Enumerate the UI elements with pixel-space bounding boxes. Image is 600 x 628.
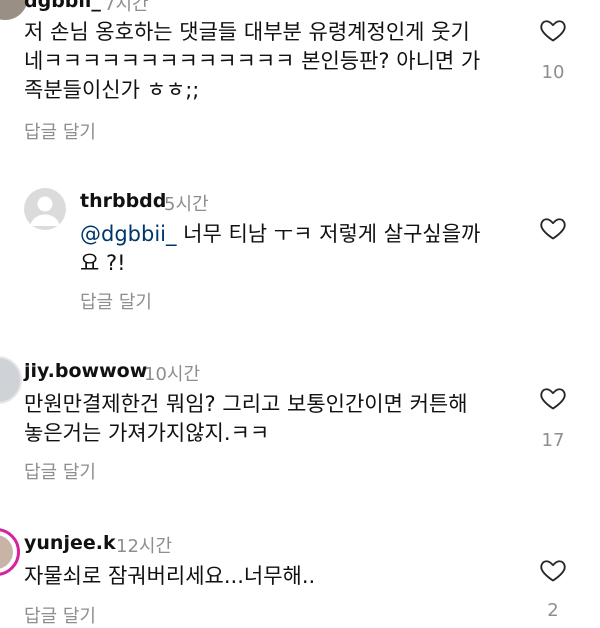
reply-button[interactable]: 답글 달기 xyxy=(24,602,96,628)
comment-username[interactable]: thrbbdd xyxy=(80,190,166,212)
default-avatar-icon xyxy=(30,196,60,226)
comment-username[interactable]: dgbbii_ xyxy=(24,0,101,12)
heart-icon[interactable] xyxy=(538,556,568,584)
comment-time: 12시간 xyxy=(116,536,173,557)
reply-button[interactable]: 답글 달기 xyxy=(24,118,96,144)
mention-link[interactable]: @dgbbii_ xyxy=(80,222,177,246)
comment-text: 저 손님 옹호하는 댓글들 대부분 유령계정인게 웃기 네ㅋㅋㅋㅋㅋㅋㅋㅋㅋㅋㅋ… xyxy=(24,20,481,102)
reply-button[interactable]: 답글 달기 xyxy=(24,458,96,484)
like-count: 10 xyxy=(541,62,565,83)
comment-text: @dgbbii_ 너무 티남 ㅜㅋ 저렇게 살구싶을까 요 ?! xyxy=(80,222,481,275)
like-count: 2 xyxy=(547,600,559,621)
comment-time: 10시간 xyxy=(144,364,201,385)
avatar[interactable] xyxy=(0,528,20,576)
like-count: 17 xyxy=(541,430,565,451)
comment-username[interactable]: yunjee.k xyxy=(24,532,116,554)
avatar[interactable] xyxy=(0,356,22,404)
comment-username[interactable]: jiy.bowwow xyxy=(24,360,147,382)
heart-icon[interactable] xyxy=(538,16,568,44)
heart-icon[interactable] xyxy=(538,214,568,242)
comment-time: 5시간 xyxy=(164,194,209,215)
comment-time: 7시간 xyxy=(104,0,149,15)
reply-button[interactable]: 답글 달기 xyxy=(80,288,152,314)
heart-icon[interactable] xyxy=(538,384,568,412)
comment-text: 자물쇠로 잠궈버리세요...너무해.. xyxy=(24,564,316,588)
avatar[interactable] xyxy=(24,188,66,230)
comment-text: 만원만결제한건 뭐임? 그리고 보통인간이면 커튼해 놓은거는 가져가지않지.ㅋ… xyxy=(24,392,468,445)
